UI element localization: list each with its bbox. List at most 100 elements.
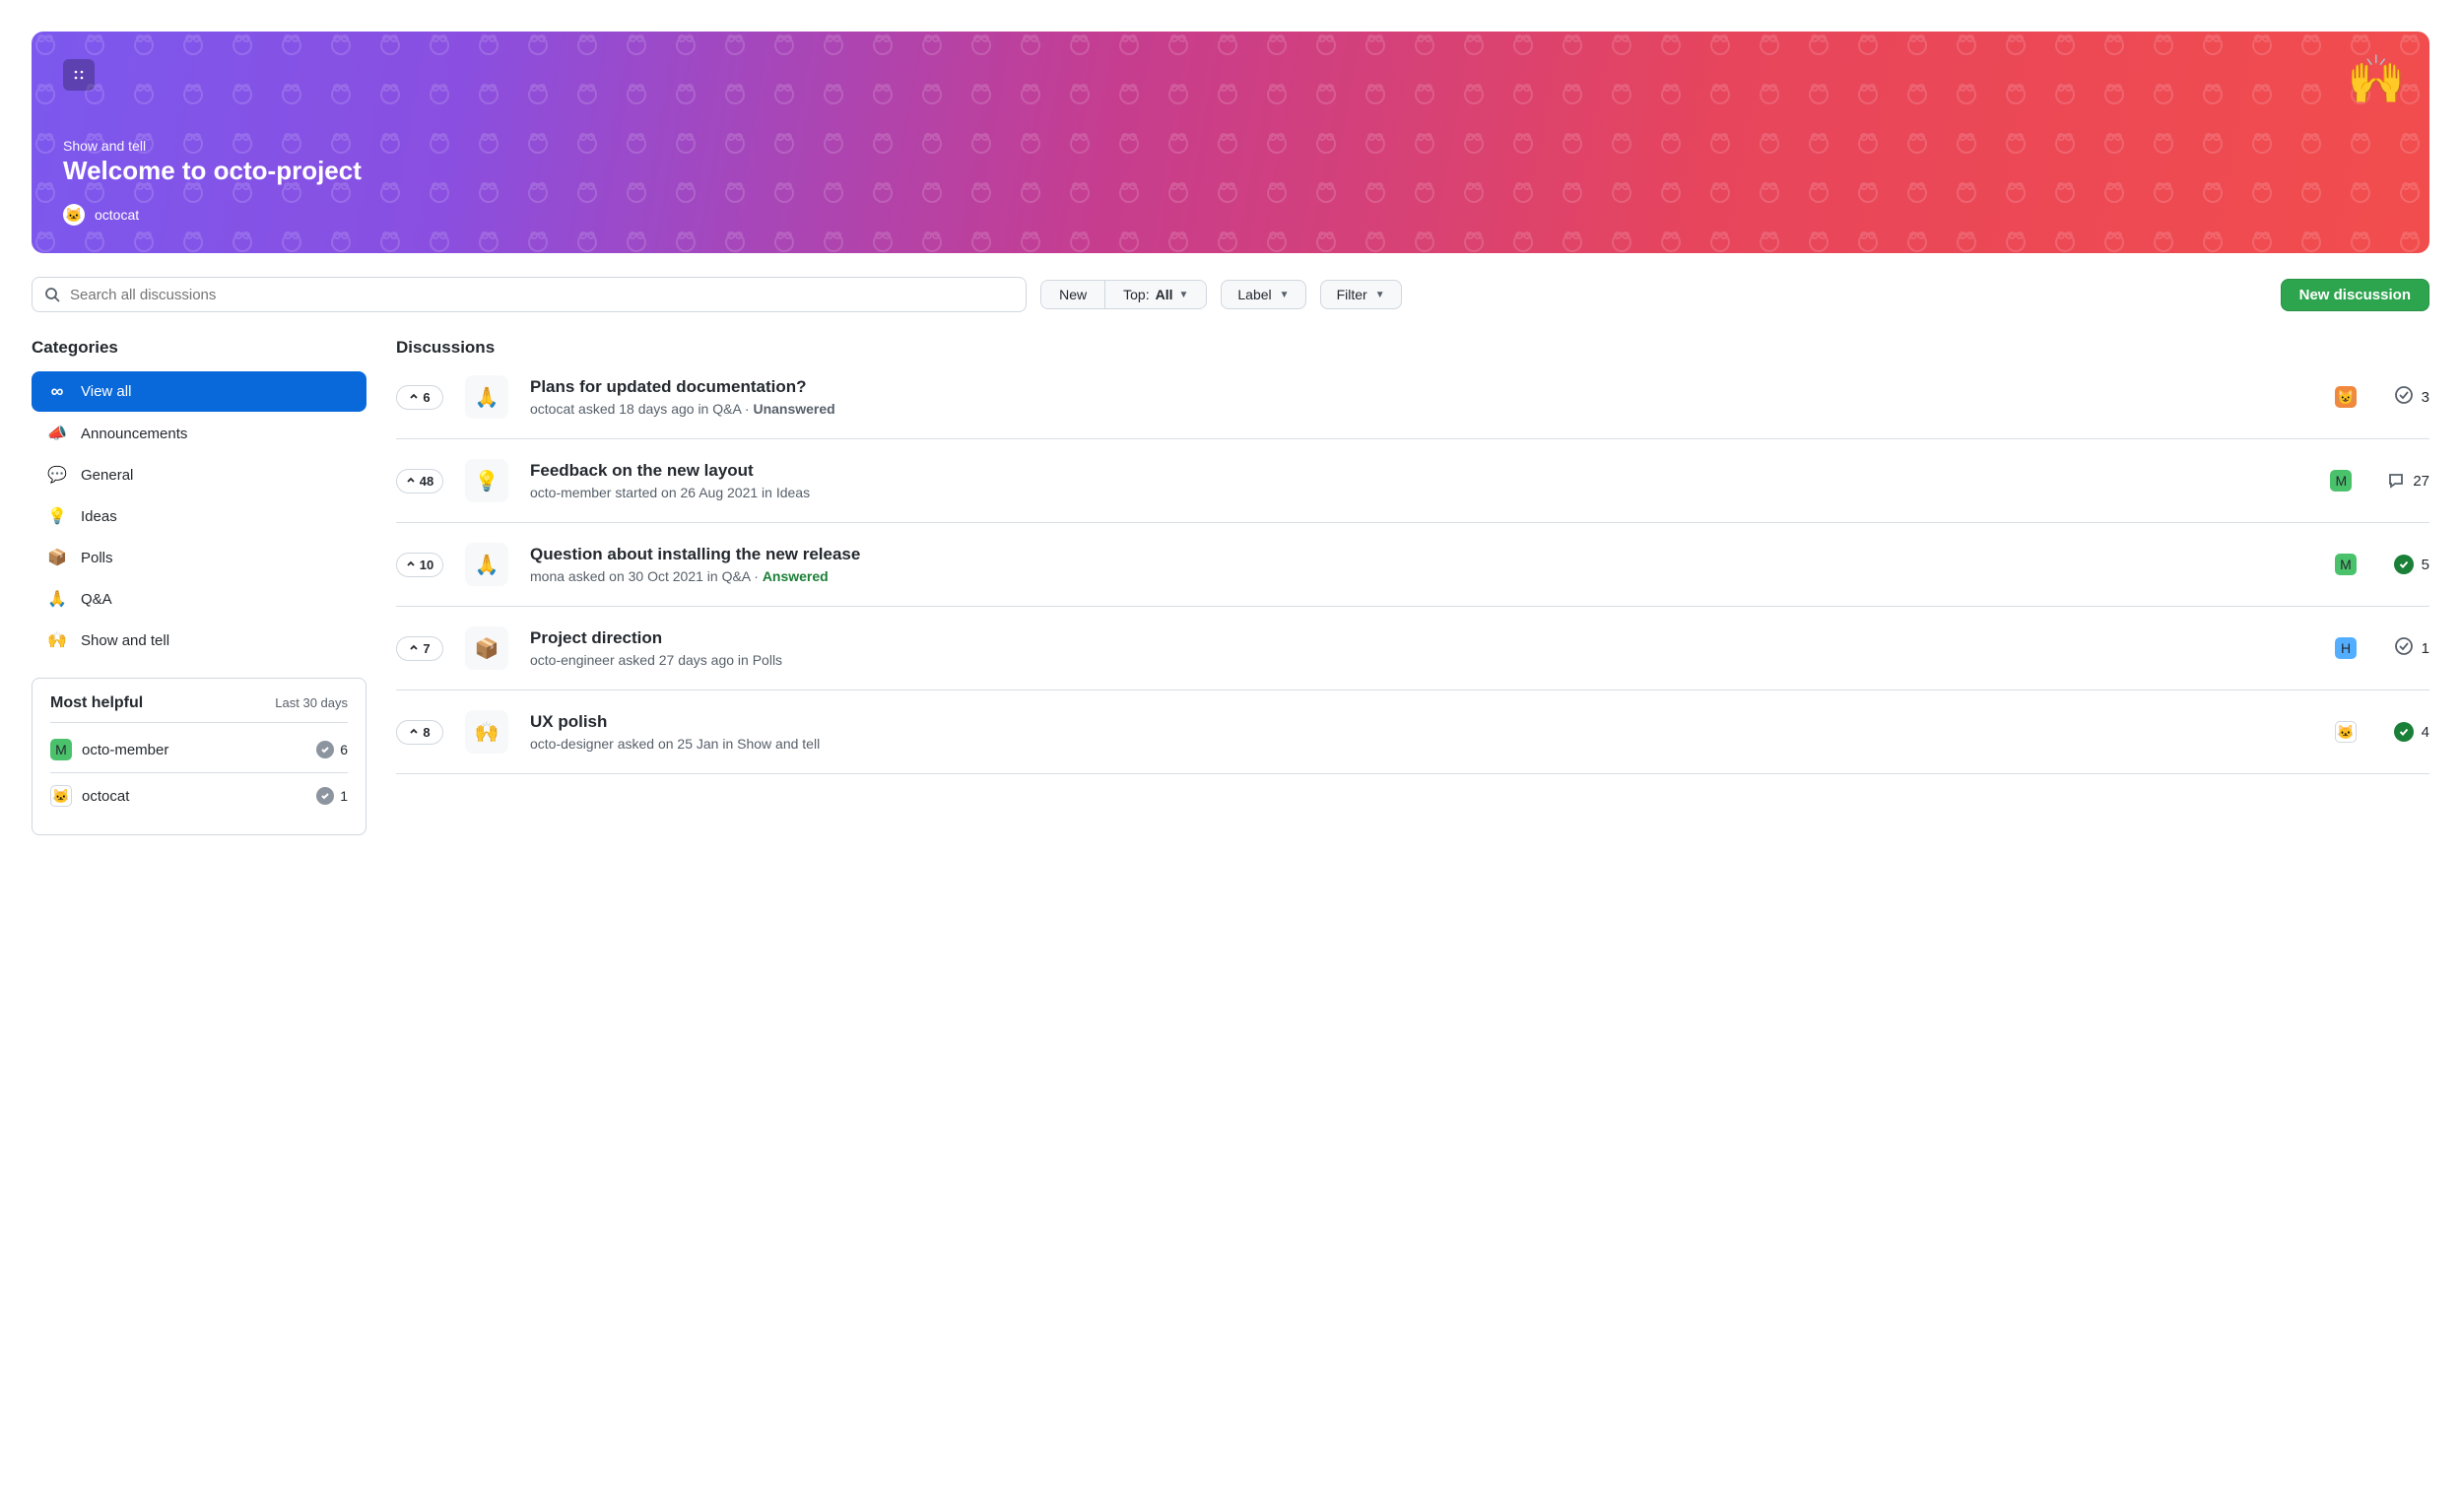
category-label: Q&A — [81, 591, 112, 608]
discussion-category-icon: 💡 — [465, 459, 508, 502]
discussion-title[interactable]: Plans for updated documentation? — [530, 377, 2313, 397]
discussion-row[interactable]: 48 💡 Feedback on the new layout octo-member… — [396, 439, 2429, 523]
category-item[interactable]: 📦 Polls — [32, 538, 366, 577]
check-circle-icon — [2394, 385, 2414, 409]
search-input[interactable] — [70, 287, 1014, 303]
check-icon — [316, 741, 334, 758]
discussion-title[interactable]: Question about installing the new releas… — [530, 545, 2313, 564]
avatar: 🐱 — [63, 204, 85, 226]
banner-author[interactable]: 🐱 octocat — [63, 204, 2398, 226]
arrow-up-icon — [409, 392, 419, 402]
avatar: M — [50, 739, 72, 760]
category-label: Show and tell — [81, 632, 169, 649]
category-icon: 📦 — [47, 548, 67, 567]
category-icon: 🙌 — [47, 630, 67, 650]
arrow-up-icon — [409, 643, 419, 653]
new-button[interactable]: New — [1041, 281, 1104, 308]
arrow-up-icon — [406, 559, 416, 569]
categories-list: ∞ View all 📣 Announcements 💬 General 💡 Ideas 📦 Po… — [32, 371, 366, 660]
discussion-category-icon: 🙏 — [465, 543, 508, 586]
category-item[interactable]: 🙌 Show and tell — [32, 621, 366, 660]
banner-title: Welcome to octo-project — [63, 156, 2398, 186]
category-label: Ideas — [81, 508, 117, 525]
discussion-category-icon: 📦 — [465, 626, 508, 670]
upvote-button[interactable]: 6 — [396, 385, 443, 410]
helpful-user-name: octo-member — [82, 742, 306, 758]
discussion-meta: octo-member started on 26 Aug 2021 in Id… — [530, 485, 2308, 500]
upvote-button[interactable]: 7 — [396, 636, 443, 661]
main-content: Discussions 6 🙏 Plans for updated document… — [396, 338, 2429, 835]
participant-avatar[interactable]: 😺 — [2335, 386, 2357, 408]
category-item[interactable]: 📣 Announcements — [32, 414, 366, 453]
discussion-title[interactable]: Feedback on the new layout — [530, 461, 2308, 481]
category-icon: ∞ — [47, 381, 67, 402]
category-icon: 💡 — [47, 506, 67, 526]
discussions-title: Discussions — [396, 338, 2429, 358]
search-input-wrapper[interactable] — [32, 277, 1027, 312]
pinned-discussion-banner[interactable]: 🙌 Show and tell Welcome to octo-project … — [32, 32, 2429, 253]
arrow-up-icon — [409, 727, 419, 737]
category-icon: 🙏 — [47, 589, 67, 609]
participant-avatar[interactable]: M — [2330, 470, 2352, 492]
discussion-title[interactable]: UX polish — [530, 712, 2313, 732]
top-button[interactable]: Top: All ▼ — [1104, 281, 1206, 308]
discussion-row[interactable]: 6🙏Plans for updated documentation?octoca… — [396, 371, 2429, 439]
category-icon: 💬 — [47, 465, 67, 485]
discussion-title[interactable]: Project direction — [530, 628, 2313, 648]
helpful-count: 6 — [316, 741, 348, 758]
top-value: All — [1156, 287, 1173, 302]
helpful-user-name: octocat — [82, 788, 306, 805]
category-label: Announcements — [81, 426, 187, 442]
participant-avatar[interactable]: 🐱 — [2335, 721, 2357, 743]
caret-down-icon: ▼ — [1375, 290, 1385, 300]
category-item[interactable]: ∞ View all — [32, 371, 366, 412]
comment-count[interactable]: 3 — [2392, 385, 2429, 409]
category-item[interactable]: 💬 General — [32, 455, 366, 494]
filter-button[interactable]: Filter▼ — [1320, 280, 1402, 309]
status-answered: Answered — [763, 568, 829, 584]
upvote-button[interactable]: 48 — [396, 469, 443, 493]
search-icon — [44, 287, 60, 302]
category-icon: 📣 — [47, 424, 67, 443]
participant-avatar[interactable]: M — [2335, 554, 2357, 575]
comment-count[interactable]: 27 — [2387, 472, 2429, 490]
helpful-user-row[interactable]: 🐱 octocat 1 — [50, 772, 348, 819]
grip-icon[interactable] — [63, 59, 95, 91]
helpful-title: Most helpful — [50, 694, 143, 712]
discussion-meta: octo-engineer asked 27 days ago in Polls — [530, 652, 2313, 668]
discussion-category-icon: 🙌 — [465, 710, 508, 754]
comment-count[interactable]: 1 — [2392, 636, 2429, 660]
label-button[interactable]: Label▼ — [1221, 280, 1305, 309]
category-item[interactable]: 🙏 Q&A — [32, 579, 366, 619]
discussion-row[interactable]: 10 🙏 Question about installing the new rel… — [396, 523, 2429, 607]
discussion-meta: octo-designer asked on 25 Jan in Show an… — [530, 736, 2313, 752]
participant-avatar[interactable]: H — [2335, 637, 2357, 659]
comment-icon — [2387, 472, 2405, 490]
category-label: View all — [81, 383, 131, 400]
toolbar: New Top: All ▼ Label▼ Filter▼ New discus… — [32, 277, 2429, 312]
discussion-row[interactable]: 7 📦 Project direction octo-engineer asked 2… — [396, 607, 2429, 690]
category-item[interactable]: 💡 Ideas — [32, 496, 366, 536]
new-discussion-button[interactable]: New discussion — [2281, 279, 2429, 311]
comment-count[interactable]: 4 — [2392, 722, 2429, 742]
status-unanswered: Unanswered — [753, 401, 834, 417]
discussion-row[interactable]: 8 🙌 UX polish octo-designer asked on 25 Jan… — [396, 690, 2429, 774]
category-label: General — [81, 467, 133, 484]
comment-count[interactable]: 5 — [2392, 555, 2429, 574]
helpful-subtitle: Last 30 days — [275, 695, 348, 710]
helpful-count: 1 — [316, 787, 348, 805]
upvote-button[interactable]: 10 — [396, 553, 443, 577]
discussion-category-icon: 🙏 — [465, 375, 508, 419]
sidebar: Categories ∞View all📣Announcements💬Gener… — [32, 338, 366, 835]
caret-down-icon: ▼ — [1280, 290, 1290, 300]
banner-author-name: octocat — [95, 207, 139, 223]
arrow-up-icon — [406, 476, 416, 486]
check-circle-icon — [2394, 636, 2414, 660]
category-label: Polls — [81, 550, 113, 566]
check-icon — [316, 787, 334, 805]
avatar: 🐱 — [50, 785, 72, 807]
caret-down-icon: ▼ — [1178, 290, 1188, 300]
upvote-button[interactable]: 8 — [396, 720, 443, 745]
banner-category: Show and tell — [63, 138, 2398, 154]
helpful-user-row[interactable]: Mocto-member 6 — [50, 727, 348, 772]
